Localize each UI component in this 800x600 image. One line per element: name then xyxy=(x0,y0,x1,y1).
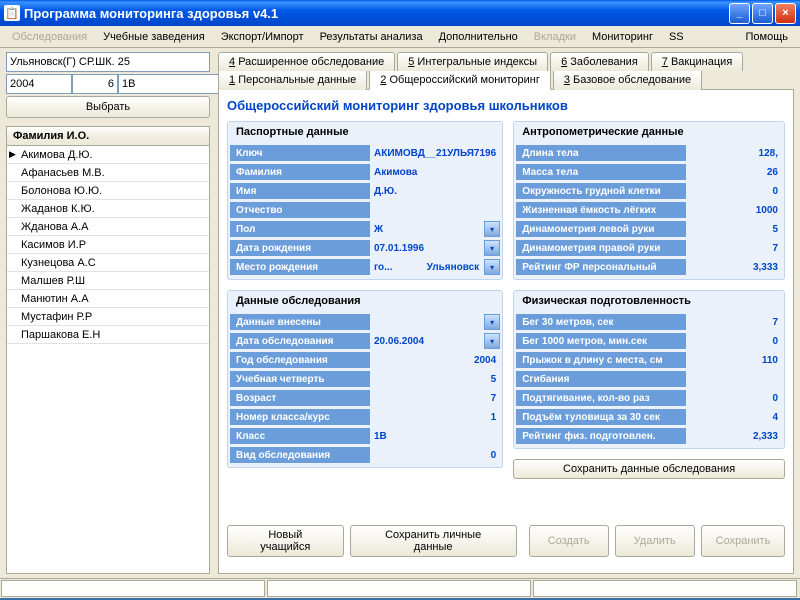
menu-tabs[interactable]: Вкладки xyxy=(526,29,584,45)
situp-field[interactable]: 4 xyxy=(686,409,782,425)
tab-base[interactable]: 3 Базовое обследование xyxy=(553,71,702,90)
sex-dropdown-icon[interactable]: ▾ xyxy=(484,221,500,237)
menu-bar: Обследования Учебные заведения Экспорт/И… xyxy=(0,26,800,48)
pob-field[interactable]: го...Ульяновск xyxy=(370,259,483,275)
menu-export[interactable]: Экспорт/Импорт xyxy=(213,29,312,45)
key-field[interactable]: АКИМОВД__21УЛЬЯ7196 xyxy=(370,145,500,161)
fitness-group: Физическая подготовленность Бег 30 метро… xyxy=(513,290,785,449)
tab-vaccination[interactable]: 7 Вакцинация xyxy=(651,52,744,71)
select-button[interactable]: Выбрать xyxy=(6,96,210,118)
exam-year-field[interactable]: 2004 xyxy=(370,352,500,368)
dyn-right-field[interactable]: 7 xyxy=(686,240,782,256)
anthro-group: Антропометрические данные Длина тела128,… xyxy=(513,121,785,280)
list-item[interactable]: Манютин А.А xyxy=(7,290,209,308)
list-item[interactable]: Кузнецова А.С xyxy=(7,254,209,272)
mass-field[interactable]: 26 xyxy=(686,164,782,180)
maximize-button[interactable]: □ xyxy=(752,3,773,24)
list-item[interactable]: Жданова А.А xyxy=(7,218,209,236)
list-item[interactable]: Малшев Р.Ш xyxy=(7,272,209,290)
run30-field[interactable]: 7 xyxy=(686,314,782,330)
list-item[interactable]: Касимов И.Р xyxy=(7,236,209,254)
new-student-button[interactable]: Новый учащийся xyxy=(227,525,344,557)
save-exam-button[interactable]: Сохранить данные обследования xyxy=(513,459,785,479)
fitness-header: Физическая подготовленность xyxy=(514,291,784,311)
lung-field[interactable]: 1000 xyxy=(686,202,782,218)
tab-personal[interactable]: 1 Персональные данные xyxy=(218,71,367,90)
name-field[interactable]: Д.Ю. xyxy=(370,183,500,199)
year-input[interactable] xyxy=(6,74,72,94)
section-title: Общероссийский мониторинг здоровья школь… xyxy=(227,98,785,113)
left-panel: Выбрать Фамилия И.О. ▶Акимова Д.Ю. Афана… xyxy=(0,48,216,578)
list-item[interactable]: ▶Акимова Д.Ю. xyxy=(7,146,209,164)
right-panel: 4 Расширенное обследование 5 Интегральны… xyxy=(216,48,800,578)
menu-examinations[interactable]: Обследования xyxy=(4,29,95,45)
class-field[interactable]: 1В xyxy=(370,428,500,444)
fr-rating-field[interactable]: 3,333 xyxy=(686,259,782,275)
entered-dropdown-icon[interactable]: ▾ xyxy=(484,314,500,330)
dob-field[interactable]: 07.01.1996 xyxy=(370,240,483,256)
surname-field[interactable]: Акимова xyxy=(370,164,500,180)
exam-date-dropdown-icon[interactable]: ▾ xyxy=(484,333,500,349)
exam-group: Данные обследования Данные внесены▾ Дата… xyxy=(227,290,503,468)
run1000-field[interactable]: 0 xyxy=(686,333,782,349)
pullup-field[interactable]: 0 xyxy=(686,390,782,406)
save-personal-button[interactable]: Сохранить личные данные xyxy=(350,525,517,557)
exam-header: Данные обследования xyxy=(228,291,502,311)
chest-field[interactable]: 0 xyxy=(686,183,782,199)
menu-monitoring[interactable]: Мониторинг xyxy=(584,29,661,45)
close-button[interactable]: × xyxy=(775,3,796,24)
fitness-rating-field[interactable]: 2,333 xyxy=(686,428,782,444)
list-item[interactable]: Мустафин Р.Р xyxy=(7,308,209,326)
class-num-field[interactable]: 1 xyxy=(370,409,500,425)
dyn-left-field[interactable]: 5 xyxy=(686,221,782,237)
tab-indices[interactable]: 5 Интегральные индексы xyxy=(397,52,548,71)
anthro-header: Антропометрические данные xyxy=(514,122,784,142)
selected-indicator-icon: ▶ xyxy=(9,149,19,160)
app-icon: 📋 xyxy=(4,5,20,21)
menu-ss[interactable]: SS xyxy=(661,29,692,45)
tab-diseases[interactable]: 6 Заболевания xyxy=(550,52,649,71)
month-input[interactable] xyxy=(72,74,118,94)
student-list[interactable]: ▶Акимова Д.Ю. Афанасьев М.В. Болонова Ю.… xyxy=(6,146,210,574)
status-bar xyxy=(0,578,800,598)
dob-dropdown-icon[interactable]: ▾ xyxy=(484,240,500,256)
exam-type-field[interactable]: 0 xyxy=(370,447,500,463)
tab-monitoring[interactable]: 2 Общероссийский мониторинг xyxy=(369,71,551,90)
window-title: Программа мониторинга здоровья v4.1 xyxy=(24,6,729,21)
list-item[interactable]: Жаданов К.Ю. xyxy=(7,200,209,218)
patronymic-field[interactable] xyxy=(370,202,500,218)
passport-header: Паспортные данные xyxy=(228,122,502,142)
exam-date-field[interactable]: 20.06.2004 xyxy=(370,333,483,349)
menu-results[interactable]: Результаты анализа xyxy=(312,29,431,45)
list-header: Фамилия И.О. xyxy=(6,126,210,146)
entered-field[interactable] xyxy=(370,314,483,330)
quarter-field[interactable]: 5 xyxy=(370,371,500,387)
tab-extended[interactable]: 4 Расширенное обследование xyxy=(218,52,395,71)
title-bar: 📋 Программа мониторинга здоровья v4.1 _ … xyxy=(0,0,800,26)
age-field[interactable]: 7 xyxy=(370,390,500,406)
menu-help[interactable]: Помощь xyxy=(738,29,797,45)
delete-button[interactable]: Удалить xyxy=(615,525,695,557)
list-item[interactable]: Паршакова Е.Н xyxy=(7,326,209,344)
list-item[interactable]: Болонова Ю.Ю. xyxy=(7,182,209,200)
bend-field[interactable] xyxy=(686,371,782,387)
list-item[interactable]: Афанасьев М.В. xyxy=(7,164,209,182)
pob-dropdown-icon[interactable]: ▾ xyxy=(484,259,500,275)
menu-institutions[interactable]: Учебные заведения xyxy=(95,29,213,45)
tab-content: Общероссийский мониторинг здоровья школь… xyxy=(218,89,794,574)
location-input[interactable] xyxy=(6,52,210,72)
menu-additional[interactable]: Дополнительно xyxy=(431,29,526,45)
minimize-button[interactable]: _ xyxy=(729,3,750,24)
create-button[interactable]: Создать xyxy=(529,525,609,557)
jump-field[interactable]: 110 xyxy=(686,352,782,368)
passport-group: Паспортные данные КлючАКИМОВД__21УЛЬЯ719… xyxy=(227,121,503,280)
sex-field[interactable]: Ж xyxy=(370,221,483,237)
length-field[interactable]: 128, xyxy=(686,145,782,161)
save-button[interactable]: Сохранить xyxy=(701,525,785,557)
